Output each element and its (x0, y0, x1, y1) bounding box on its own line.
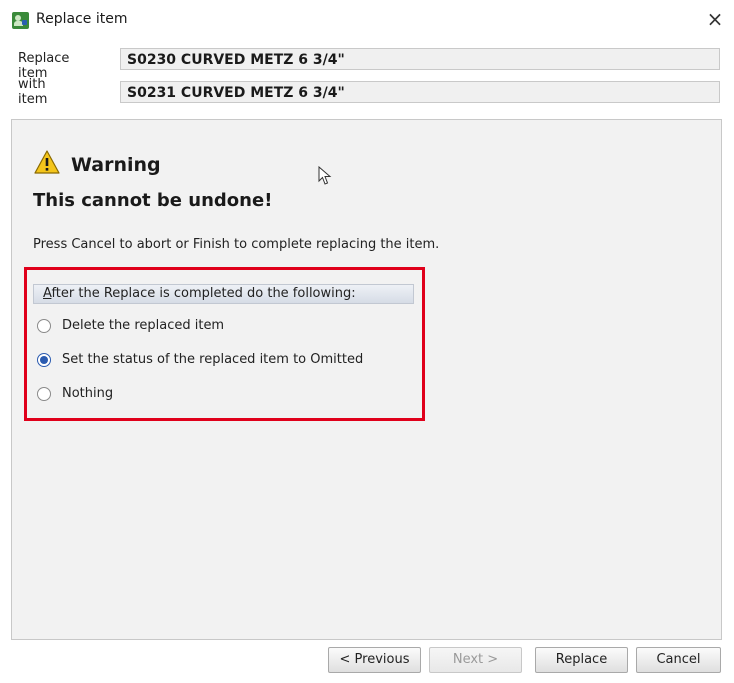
cancel-button[interactable]: Cancel (636, 647, 721, 673)
next-button[interactable]: Next > (429, 647, 522, 673)
option-label: Nothing (62, 386, 114, 401)
warning-title: Warning (71, 154, 161, 176)
radio-button[interactable] (37, 319, 51, 333)
window-title: Replace item (36, 11, 128, 27)
options-header-text: fter the Replace is completed do the fol… (51, 286, 356, 301)
content-panel: Warning This cannot be undone! Press Can… (11, 119, 722, 640)
replace-item-field: S0230 CURVED METZ 6 3/4" (120, 48, 720, 70)
mouse-pointer-icon (318, 166, 332, 185)
title-bar: Replace item × (0, 0, 734, 40)
option-delete-replaced[interactable]: Delete the replaced item (37, 317, 417, 337)
app-icon (12, 12, 29, 29)
option-label: Set the status of the replaced item to O… (62, 352, 364, 367)
replace-button[interactable]: Replace (535, 647, 628, 673)
radio-button[interactable] (37, 387, 51, 401)
option-nothing[interactable]: Nothing (37, 385, 417, 405)
radio-button-selected[interactable] (37, 353, 51, 367)
options-group-header: After the Replace is completed do the fo… (33, 284, 414, 304)
option-label: Delete the replaced item (62, 318, 225, 333)
close-icon[interactable]: × (704, 8, 726, 30)
post-replace-options-group: After the Replace is completed do the fo… (24, 267, 425, 421)
option-set-status-omitted[interactable]: Set the status of the replaced item to O… (37, 351, 417, 371)
previous-button[interactable]: < Previous (328, 647, 421, 673)
warning-icon (34, 150, 60, 174)
warning-subtitle: This cannot be undone! (33, 190, 273, 211)
instruction-text: Press Cancel to abort or Finish to compl… (33, 237, 440, 252)
with-item-field: S0231 CURVED METZ 6 3/4" (120, 81, 720, 103)
with-item-label: with item (18, 77, 48, 107)
